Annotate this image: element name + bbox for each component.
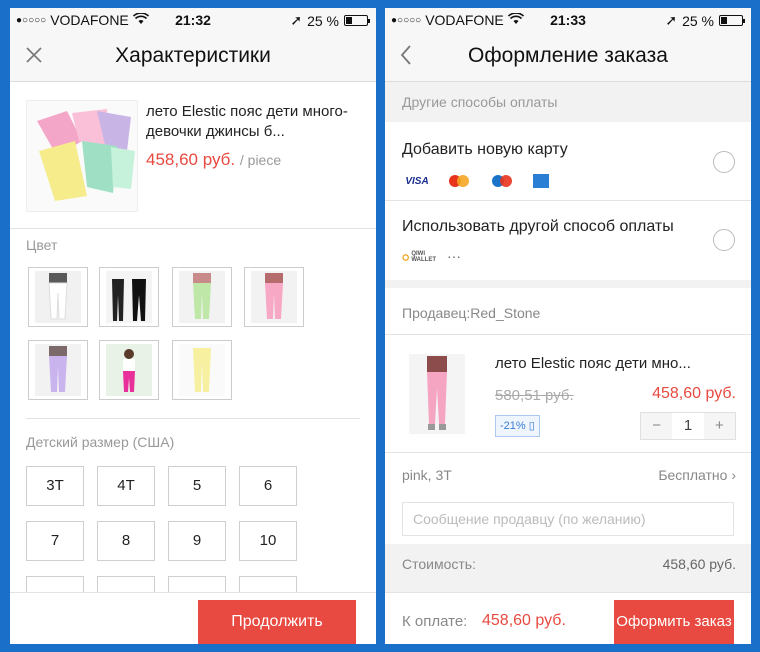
color-swatch[interactable] — [99, 267, 159, 327]
color-swatch[interactable] — [28, 340, 88, 400]
characteristics-screen: ●○○○○ VODAFONE 21:32 ➚ 25 % Характеристи… — [10, 8, 376, 644]
location-arrow-icon: ➚ — [290, 12, 303, 28]
add-card-label: Добавить новую карту — [402, 141, 568, 158]
color-swatch[interactable] — [172, 267, 232, 327]
mobile-discount-badge: -21% ▯ — [495, 415, 540, 437]
phone-icon: ▯ — [528, 420, 535, 432]
quantity-value: 1 — [683, 417, 693, 434]
seller-message-input[interactable] — [402, 502, 734, 536]
total-value: 458,60 руб. — [482, 612, 566, 629]
size-option[interactable]: 6 — [239, 466, 297, 506]
cost-label: Стоимость: — [402, 556, 476, 572]
color-swatch[interactable] — [28, 267, 88, 327]
size-option[interactable]: 3T — [26, 466, 84, 506]
increase-button[interactable]: + — [703, 413, 735, 439]
cost-value: 458,60 руб. — [662, 556, 736, 572]
decrease-button[interactable]: − — [641, 413, 673, 439]
color-swatch[interactable] — [99, 340, 159, 400]
payment-methods-header: Другие способы оплаты — [385, 82, 751, 122]
size-option[interactable]: 7 — [26, 521, 84, 561]
other-method-radio[interactable] — [713, 229, 735, 251]
nav-bar: Оформление заказа — [385, 32, 751, 82]
payment-methods-label: Другие способы оплаты — [402, 94, 558, 110]
battery-percent: 25 % — [682, 12, 714, 29]
more-methods-icon[interactable]: ··· — [447, 248, 461, 264]
continue-button[interactable]: Продолжить — [198, 600, 356, 644]
size-option[interactable]: 8 — [97, 521, 155, 561]
quantity-stepper[interactable]: − 1 + — [640, 412, 736, 440]
product-title: лето Elestic пояс дети много-девочки джи… — [146, 103, 348, 140]
mastercard-icon — [446, 174, 472, 188]
checkout-screen: ●○○○○ VODAFONE 21:33 ➚ 25 % Оформление з… — [385, 8, 751, 644]
visa-logo: VISA — [405, 175, 429, 187]
page-title: Оформление заказа — [468, 44, 668, 67]
price-unit: / piece — [239, 152, 282, 168]
nav-bar: Характеристики — [10, 32, 376, 82]
discount-value: -21% — [500, 420, 526, 432]
color-swatch[interactable] — [172, 340, 232, 400]
product-price: 458,60 руб. / piece — [146, 150, 281, 170]
new-price: 458,60 руб. — [652, 385, 736, 402]
status-bar: ●○○○○ VODAFONE 21:32 ➚ 25 % — [10, 8, 376, 32]
qiwi-logo: QIWI WALLET — [402, 250, 438, 264]
size-option[interactable]: 9 — [168, 521, 226, 561]
size-option[interactable]: 4T — [97, 466, 155, 506]
color-section-label: Цвет — [26, 237, 58, 253]
total-label: К оплате: — [402, 613, 468, 630]
qiwi-label: QIWI WALLET — [411, 251, 436, 263]
seller-name: Продавец:Red_Stone — [402, 305, 541, 321]
maestro-icon — [489, 174, 515, 188]
order-product-title: лето Elestic пояс дети мно... — [495, 355, 691, 372]
size-option[interactable]: 10 — [239, 521, 297, 561]
price-value: 458,60 руб. — [146, 150, 236, 169]
add-card-radio[interactable] — [713, 151, 735, 173]
battery-icon — [719, 15, 745, 26]
size-option[interactable]: 5 — [168, 466, 226, 506]
order-product-image — [409, 354, 465, 434]
selected-variant: pink, 3T — [402, 467, 452, 483]
place-order-button[interactable]: Оформить заказ — [614, 600, 734, 644]
product-image — [26, 100, 138, 212]
other-method-label: Использовать другой способ оплаты — [402, 218, 674, 235]
page-title: Характеристики — [115, 44, 271, 67]
battery-icon — [344, 15, 370, 26]
old-price: 580,51 руб. — [495, 387, 574, 404]
location-arrow-icon: ➚ — [665, 12, 678, 28]
color-swatch[interactable] — [244, 267, 304, 327]
status-bar: ●○○○○ VODAFONE 21:33 ➚ 25 % — [385, 8, 751, 32]
battery-percent: 25 % — [307, 12, 339, 29]
size-section-label: Детский размер (США) — [26, 434, 175, 450]
amex-icon — [533, 174, 549, 188]
shipping-option[interactable]: Бесплатно › — [658, 467, 736, 483]
